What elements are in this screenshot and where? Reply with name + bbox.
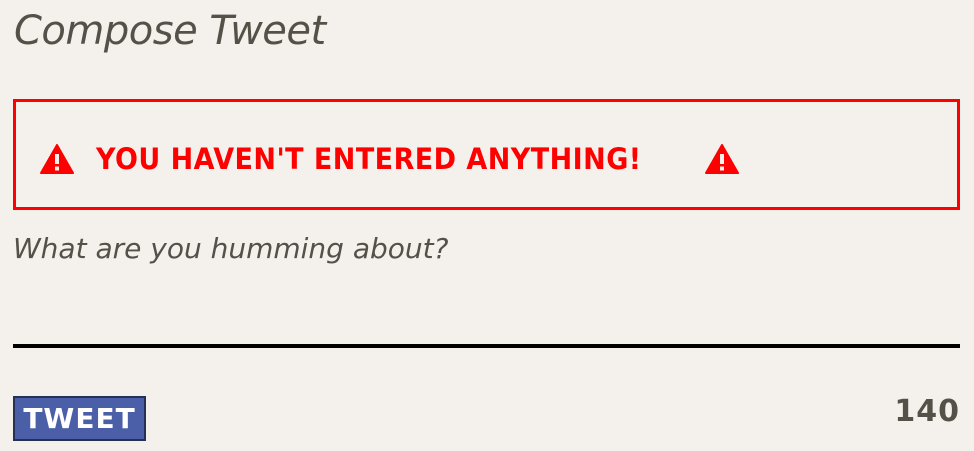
tweet-button[interactable]: TWEET: [13, 396, 146, 441]
error-alert: You haven't entered anything!: [13, 99, 960, 210]
error-message: You haven't entered anything!: [96, 142, 642, 176]
warning-icon: [40, 144, 74, 174]
tweet-input[interactable]: [13, 222, 960, 348]
warning-icon: [704, 144, 739, 174]
character-counter: 140: [894, 394, 960, 429]
error-message-row: You haven't entered anything!: [40, 141, 739, 177]
page-title: Compose Tweet: [14, 8, 326, 54]
